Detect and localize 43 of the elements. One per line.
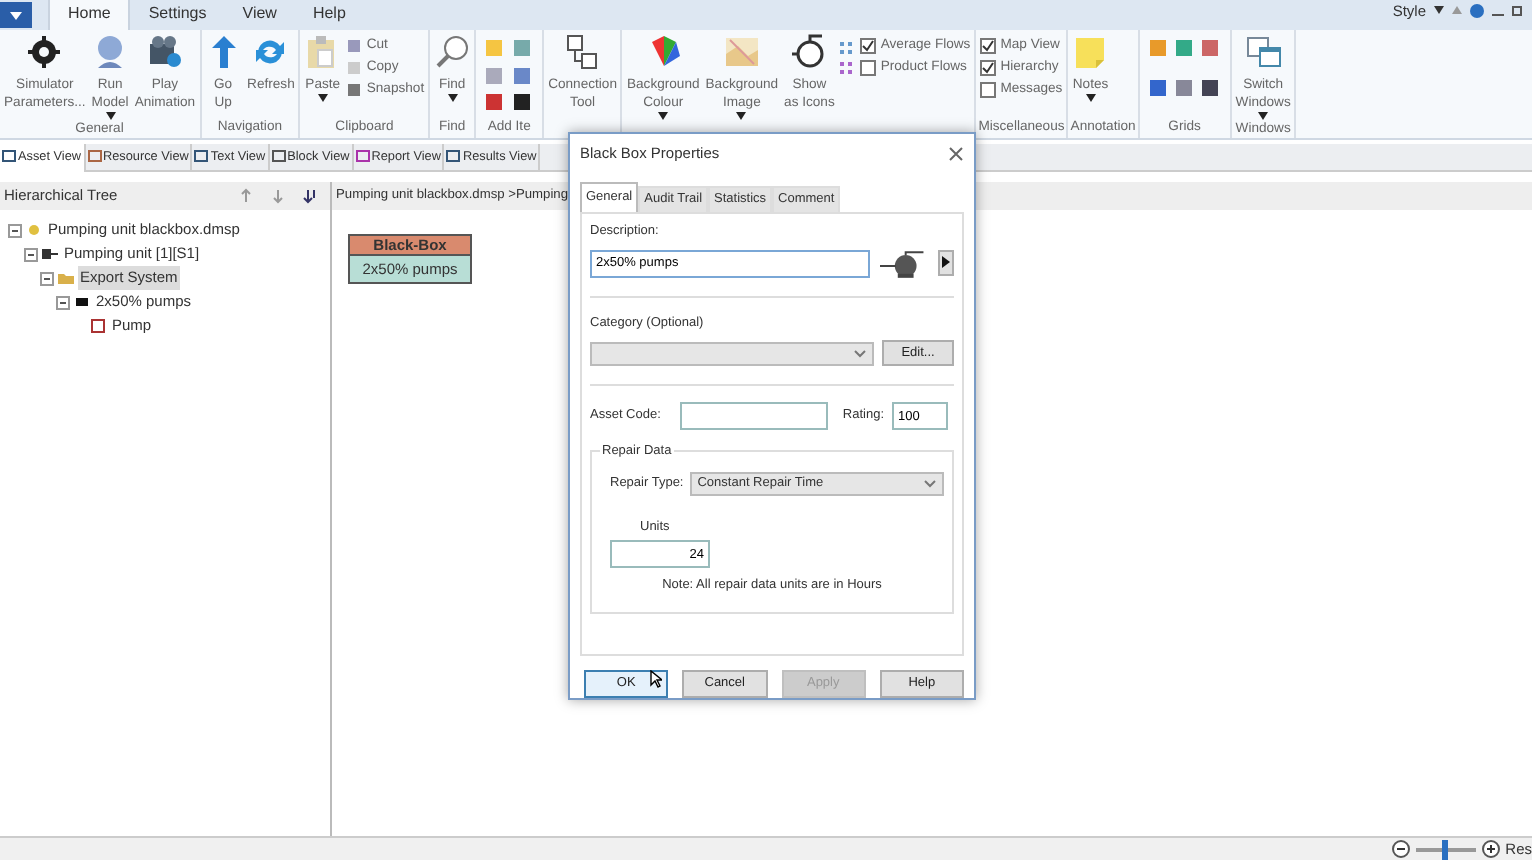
collapse-icon[interactable] [8, 223, 22, 237]
pump-icon [880, 249, 929, 277]
sticky-note-icon [1072, 34, 1109, 70]
collapse-icon[interactable] [40, 271, 54, 285]
unit-icon [42, 246, 58, 262]
caret-icon [10, 11, 22, 19]
view-icon [2, 150, 16, 164]
caret-icon [1434, 6, 1444, 15]
ribbon-tab[interactable]: Settings [130, 0, 225, 30]
chevron-icon [854, 349, 867, 358]
arrow-button[interactable] [938, 250, 954, 276]
view-icon [355, 150, 370, 164]
chevron-icon [924, 480, 936, 489]
down-arrow-icon[interactable] [270, 188, 286, 204]
collapse-ribbon-icon[interactable] [1452, 6, 1462, 15]
box-icon [90, 318, 106, 334]
ribbon-tab[interactable]: Home [48, 0, 131, 30]
collapse-icon[interactable] [24, 247, 38, 261]
cursor-icon [650, 670, 662, 688]
help-icon[interactable] [1470, 3, 1484, 18]
sort-icon[interactable] [302, 188, 318, 204]
zoom-out-icon[interactable] [1391, 840, 1410, 858]
right-arrow-icon [942, 255, 951, 268]
map-image-icon [723, 34, 760, 70]
film-camera-icon [146, 34, 183, 70]
collapse-icon[interactable] [56, 295, 70, 309]
square-icon [74, 294, 90, 310]
view-icon [271, 150, 286, 164]
close-icon[interactable] [948, 146, 964, 162]
folder-icon [58, 270, 74, 286]
restore-icon[interactable] [1512, 4, 1524, 17]
square-icon[interactable] [512, 92, 533, 113]
ribbon-tab[interactable]: View [224, 0, 295, 30]
up-arrow-icon[interactable] [238, 188, 254, 204]
check-icon [862, 40, 875, 52]
view-icon [87, 150, 101, 164]
view-icon [194, 150, 209, 164]
app-menu-button[interactable] [0, 2, 32, 28]
view-icon [446, 150, 461, 164]
ribbon-tab[interactable]: Help [294, 0, 364, 30]
square-icon[interactable] [1199, 78, 1220, 98]
asset-code-field[interactable] [680, 402, 829, 431]
zoom-in-icon[interactable] [1481, 840, 1500, 858]
